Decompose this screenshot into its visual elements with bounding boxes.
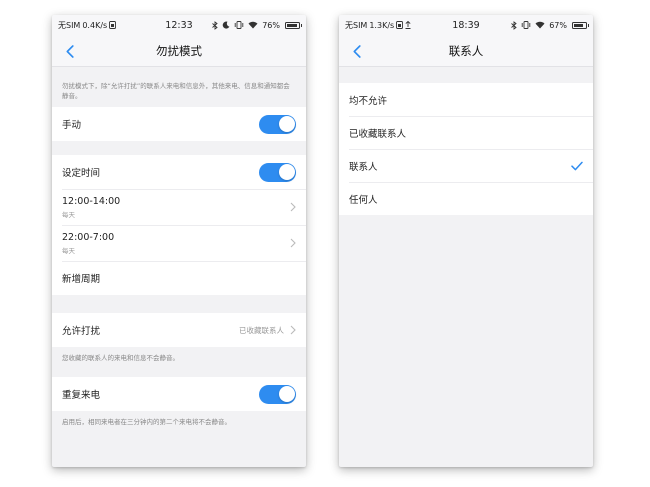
sim-icon	[109, 21, 117, 29]
allow-note: 您收藏的联系人的来电和信息不会静音。	[62, 354, 179, 363]
battery-fill	[287, 23, 297, 27]
phone-screen-contacts: 无SIM 1.3K/s 18:39 67% 联系人 均不允许 已收藏联系人 联系…	[339, 15, 593, 467]
phone-screen-do-not-disturb: 无SIM 0.4K/s 12:33 76% 勿扰模式 勿扰模式下，除“允许打扰”…	[52, 15, 306, 467]
toggle-knob	[278, 386, 295, 403]
page-title: 勿扰模式	[156, 43, 202, 58]
chevron-left-icon	[66, 44, 74, 58]
battery-percent: 76%	[262, 20, 280, 30]
status-bar: 无SIM 1.3K/s 18:39 67%	[339, 15, 593, 35]
manual-toggle[interactable]	[259, 114, 296, 134]
add-period-label: 新增周期	[62, 274, 101, 286]
schedule-label: 设定时间	[62, 168, 101, 180]
carrier-label: 无SIM	[58, 20, 81, 30]
repeat-calls-toggle[interactable]	[259, 384, 296, 404]
vibrate-icon	[521, 21, 531, 29]
checkmark-icon	[571, 161, 583, 170]
schedule-section: 设定时间 12:00-14:00 每天 22:00-7:00 每天 新增周期	[52, 155, 306, 296]
chevron-right-icon	[290, 202, 296, 212]
bluetooth-icon	[511, 20, 517, 30]
repeat-calls-row: 重复来电	[52, 377, 306, 412]
battery-icon	[572, 21, 589, 29]
manual-row: 手动	[52, 107, 306, 142]
chevron-right-icon	[290, 325, 296, 335]
status-bar: 无SIM 0.4K/s 12:33 76%	[52, 15, 306, 35]
nav-bar: 联系人	[339, 35, 593, 67]
manual-section: 手动	[52, 107, 306, 142]
intro-note: 勿扰模式下，除“允许打扰”的联系人来电和信息外，其他来电、信息和通知都会静音。	[62, 82, 290, 101]
allow-label: 允许打扰	[62, 326, 101, 338]
network-speed: 0.4K/s	[82, 20, 108, 30]
option-favorites[interactable]: 已收藏联系人	[339, 116, 593, 149]
moon-icon	[222, 21, 230, 29]
wifi-icon	[248, 21, 258, 29]
repeat-calls-label: 重复来电	[62, 390, 101, 402]
allow-section: 允许打扰 已收藏联系人	[52, 313, 306, 348]
back-button[interactable]	[349, 42, 365, 60]
battery-fill	[574, 23, 583, 27]
wifi-icon	[535, 21, 545, 29]
page-title: 联系人	[448, 43, 484, 58]
option-label: 任何人	[349, 194, 378, 206]
sim-icon	[396, 21, 404, 29]
status-left: 无SIM 1.3K/s	[345, 20, 411, 31]
schedule-row: 设定时间	[52, 155, 306, 190]
allow-value: 已收藏联系人	[239, 325, 284, 335]
add-period-row[interactable]: 新增周期	[52, 261, 306, 296]
chevron-left-icon	[353, 44, 361, 58]
schedule-period-row[interactable]: 22:00-7:00 每天	[52, 225, 306, 262]
network-speed: 1.3K/s	[369, 20, 395, 30]
status-right: 67%	[511, 20, 589, 30]
option-label: 均不允许	[349, 95, 388, 107]
option-label: 联系人	[349, 161, 378, 173]
period-repeat: 每天	[62, 210, 75, 219]
vibrate-icon	[234, 21, 244, 29]
period-repeat: 每天	[62, 246, 75, 255]
battery-icon	[285, 21, 302, 29]
manual-label: 手动	[62, 120, 82, 132]
option-contacts[interactable]: 联系人	[339, 149, 593, 182]
status-left: 无SIM 0.4K/s	[58, 20, 117, 31]
repeat-calls-section: 重复来电	[52, 377, 306, 412]
contact-options-list: 均不允许 已收藏联系人 联系人 任何人	[339, 83, 593, 215]
period-time: 22:00-7:00	[62, 231, 115, 243]
carrier-label: 无SIM	[345, 20, 368, 30]
back-button[interactable]	[62, 42, 78, 60]
repeat-calls-note: 启用后，相同来电者在三分钟内的第二个来电将不会静音。	[62, 418, 231, 427]
option-none[interactable]: 均不允许	[339, 83, 593, 116]
option-label: 已收藏联系人	[349, 128, 407, 140]
bluetooth-icon	[212, 20, 218, 30]
upload-arrow-icon	[405, 21, 411, 29]
period-time: 12:00-14:00	[62, 195, 121, 207]
schedule-period-row[interactable]: 12:00-14:00 每天	[52, 189, 306, 226]
option-anyone[interactable]: 任何人	[339, 182, 593, 215]
toggle-knob	[278, 116, 295, 133]
schedule-toggle[interactable]	[259, 162, 296, 182]
nav-bar: 勿扰模式	[52, 35, 306, 67]
allow-interrupt-row[interactable]: 允许打扰 已收藏联系人	[52, 313, 306, 348]
toggle-knob	[278, 164, 295, 181]
status-right: 76%	[212, 20, 302, 30]
chevron-right-icon	[290, 238, 296, 248]
battery-percent: 67%	[549, 20, 567, 30]
